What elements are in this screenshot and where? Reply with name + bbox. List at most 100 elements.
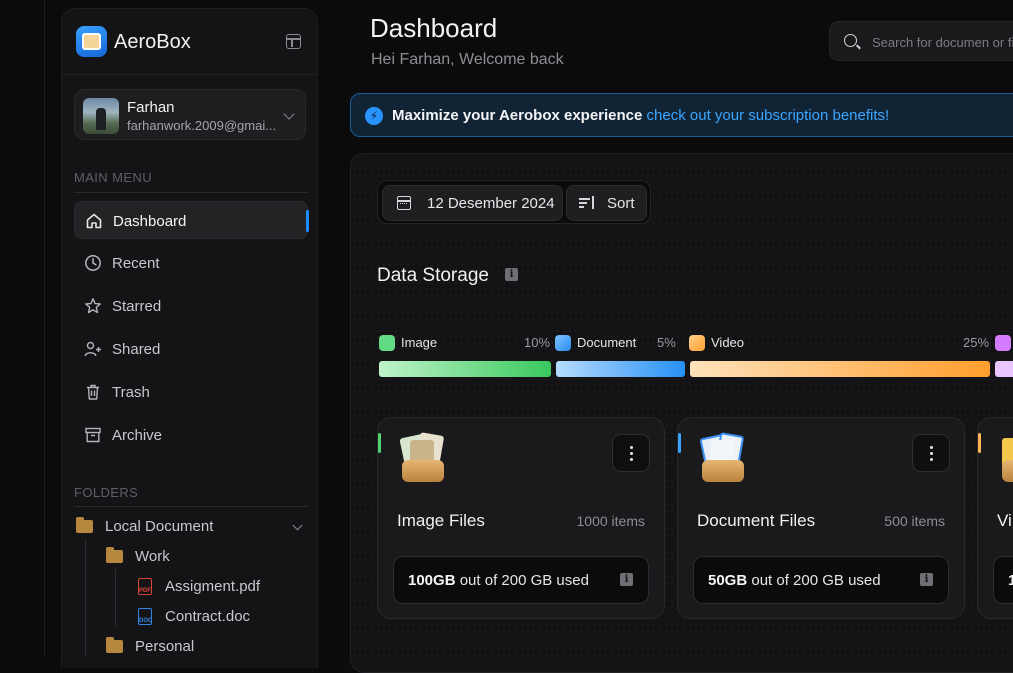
card-title: Document Files: [697, 511, 816, 530]
legend-swatch: [689, 335, 705, 351]
legend-swatch: [379, 335, 395, 351]
info-icon[interactable]: i: [505, 268, 518, 281]
subscription-banner: ⚡ Maximize your Aerobox experience check…: [350, 93, 1013, 137]
storage-bar-document: [556, 361, 685, 377]
app-name: AeroBox: [114, 31, 191, 53]
search-placeholder: Search for documen or fil: [872, 35, 1013, 50]
avatar: [83, 98, 119, 134]
card-accent: [678, 433, 681, 453]
info-icon[interactable]: i: [920, 573, 933, 586]
card-count: 500 items: [884, 513, 945, 529]
sidebar-item-label: Dashboard: [113, 213, 187, 230]
file-label: Assigment.pdf: [165, 578, 261, 595]
legend-percent: 25%: [963, 335, 990, 350]
legend-swatch: [555, 335, 571, 351]
storage-bar-video: [690, 361, 990, 377]
sidebar: AeroBox Farhan farhanwork.2009@gmai... M…: [61, 8, 318, 668]
tree-line: [115, 569, 116, 627]
tree-line: [85, 539, 86, 657]
image-folder-icon: [399, 432, 446, 484]
video-files-card[interactable]: Vi 1: [977, 417, 1013, 619]
app-logo: [76, 26, 107, 57]
card-title: Vi: [997, 511, 1012, 530]
legend-percent: 5%: [657, 335, 676, 350]
user-name: Farhan: [127, 99, 175, 116]
search-input[interactable]: Search for documen or fil: [829, 21, 1013, 61]
date-label: 12 Desember 2024: [427, 195, 555, 212]
sidebar-item-label: Archive: [112, 427, 163, 444]
clock-icon: [85, 255, 101, 271]
legend-label: Image: [401, 335, 438, 350]
file-label: Contract.doc: [165, 608, 251, 625]
sidebar-item-label: Starred: [112, 298, 162, 315]
card-count: 1000 items: [576, 513, 645, 529]
usage-box: 50GB out of 200 GB used i: [693, 556, 949, 604]
user-switcher[interactable]: Farhan farhanwork.2009@gmai...: [74, 89, 306, 140]
legend-swatch: [995, 335, 1011, 351]
archive-icon: [85, 427, 101, 443]
folder-icon: [106, 547, 123, 563]
legend-percent: 10%: [524, 335, 551, 350]
app-window: AeroBox Farhan farhanwork.2009@gmai... M…: [0, 0, 1013, 673]
folder-label: Work: [135, 548, 170, 565]
subscription-benefits-link[interactable]: check out your subscription benefits!: [647, 107, 890, 124]
document-files-card[interactable]: Document Files 500 items 50GB out of 200…: [677, 417, 965, 619]
storage-bar-image: [379, 361, 551, 377]
folder-personal[interactable]: Personal: [106, 637, 195, 655]
sort-label: Sort: [607, 195, 635, 212]
sidebar-header: AeroBox: [62, 9, 317, 75]
video-folder-icon: [1000, 434, 1013, 484]
banner-text: Maximize your Aerobox experience check o…: [392, 107, 889, 124]
card-accent: [978, 433, 981, 453]
sidebar-item-dashboard[interactable]: Dashboard: [74, 201, 309, 239]
sidebar-item-label: Trash: [112, 384, 150, 401]
lightning-icon: ⚡: [365, 107, 383, 125]
info-icon[interactable]: i: [620, 573, 633, 586]
star-icon: [85, 298, 101, 314]
usage-box: 100GB out of 200 GB used i: [393, 556, 649, 604]
page-title: Dashboard: [370, 13, 498, 43]
window-divider: [44, 0, 45, 656]
date-picker-button[interactable]: 12 Desember 2024: [382, 185, 563, 221]
sidebar-item-archive[interactable]: Archive: [74, 416, 308, 454]
image-files-card[interactable]: Image Files 1000 items 100GB out of 200 …: [377, 417, 665, 619]
chevron-down-icon[interactable]: [292, 520, 303, 531]
folder-work[interactable]: Work: [106, 547, 170, 565]
calendar-icon: [397, 196, 411, 210]
sidebar-item-starred[interactable]: Starred: [74, 287, 308, 325]
main-menu-title: MAIN MENU: [74, 170, 152, 185]
usage-text: 100GB out of 200 GB used: [408, 572, 589, 589]
sidebar-item-shared[interactable]: Shared: [74, 330, 308, 368]
file-assigment-pdf[interactable]: PDF Assigment.pdf: [138, 578, 260, 595]
folder-label: Local Document: [105, 518, 214, 535]
folders-title: FOLDERS: [74, 485, 139, 500]
sidebar-item-recent[interactable]: Recent: [74, 244, 308, 282]
page-subtitle: Hei Farhan, Welcome back: [371, 51, 564, 68]
data-storage-title: Data Storage: [377, 265, 489, 286]
file-contract-doc[interactable]: DOC Contract.doc: [138, 608, 250, 625]
sidebar-toggle-icon[interactable]: [286, 34, 301, 49]
more-options-button[interactable]: [612, 434, 650, 472]
sidebar-item-label: Recent: [112, 255, 160, 272]
pdf-file-icon: PDF: [138, 578, 152, 595]
folder-icon: [76, 517, 93, 533]
folder-local-document[interactable]: Local Document: [76, 517, 214, 535]
sort-button[interactable]: Sort: [566, 185, 647, 221]
sidebar-item-trash[interactable]: Trash: [74, 373, 308, 411]
sidebar-item-label: Shared: [112, 341, 161, 358]
home-icon: [86, 213, 102, 229]
folder-label: Personal: [135, 638, 195, 655]
search-icon: [844, 34, 857, 47]
user-email: farhanwork.2009@gmai...: [127, 118, 277, 133]
usage-text: 50GB out of 200 GB used: [708, 572, 881, 589]
divider: [74, 506, 308, 507]
card-title: Image Files: [397, 511, 485, 530]
usage-box: 1: [993, 556, 1013, 604]
legend-label: Document: [577, 335, 637, 350]
trash-icon: [87, 384, 99, 400]
users-icon: [84, 341, 101, 357]
folder-icon: [106, 637, 123, 653]
card-accent: [378, 433, 381, 453]
more-options-button[interactable]: [912, 434, 950, 472]
toolbar: 12 Desember 2024 Sort: [377, 180, 651, 224]
